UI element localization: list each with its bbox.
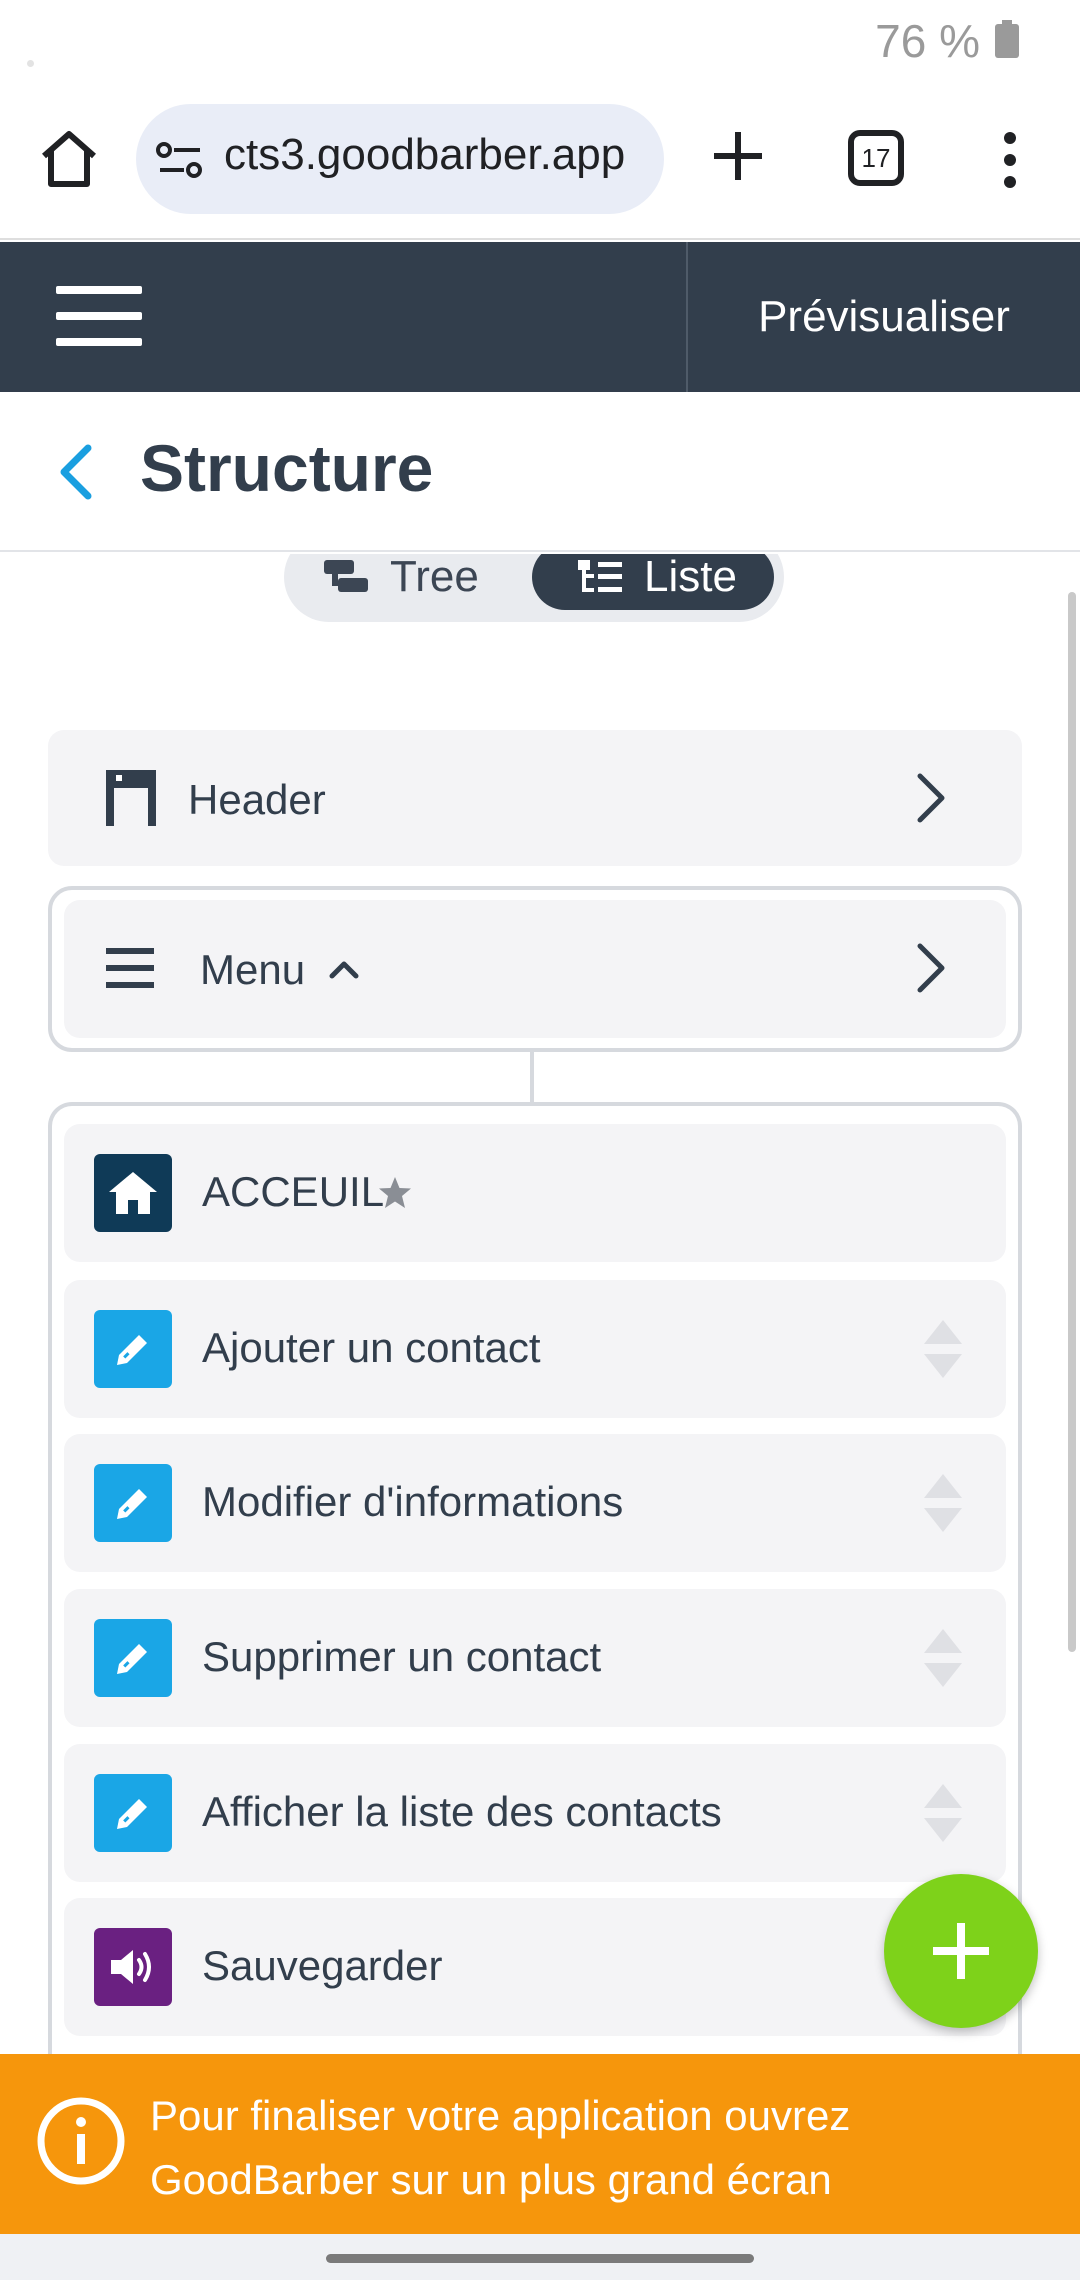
tree-tab-label: Tree <box>390 554 479 601</box>
pencil-icon <box>117 1489 147 1519</box>
page-icon-box <box>94 1464 172 1542</box>
drag-handle-icon[interactable] <box>922 1782 964 1844</box>
list-tab-label: Liste <box>644 554 737 601</box>
info-icon <box>37 2097 125 2185</box>
page-title: Structure <box>140 431 434 505</box>
header-item-label: Header <box>188 776 326 823</box>
structure-content: Tree Liste Header Menu ACCEUIL Ajouter u… <box>0 554 1080 2054</box>
list-icon <box>578 560 622 592</box>
drag-handle-icon[interactable] <box>922 1472 964 1534</box>
page-label: Modifier d'informations <box>202 1478 624 1525</box>
menu-lines-icon <box>106 948 154 988</box>
address-bar[interactable]: cts3.goodbarber.app <box>136 104 664 214</box>
home-icon <box>109 1172 157 1214</box>
page-item[interactable]: Afficher la liste des contacts <box>64 1744 1006 1882</box>
drag-handle-icon[interactable] <box>922 1627 964 1689</box>
page-icon-box <box>94 1310 172 1388</box>
pencil-icon <box>117 1644 147 1674</box>
tree-connector <box>530 1052 534 1102</box>
system-nav-bar <box>0 2234 1080 2280</box>
chevron-right-icon <box>917 943 945 993</box>
header-layout-icon <box>106 770 156 826</box>
page-label: ACCEUIL <box>202 1168 385 1215</box>
page-item-acceuil[interactable]: ACCEUIL <box>64 1124 1006 1262</box>
chevron-right-icon <box>917 773 945 823</box>
browser-toolbar: cts3.goodbarber.app 17 <box>0 80 1080 240</box>
add-page-button[interactable] <box>884 1874 1038 2028</box>
scrollbar[interactable] <box>1068 592 1076 1652</box>
page-icon-box <box>94 1928 172 2006</box>
pencil-icon <box>117 1799 147 1829</box>
page-item[interactable]: Sauvegarder <box>64 1898 1006 2036</box>
page-title-bar: Structure <box>0 392 1080 552</box>
page-icon-box <box>94 1619 172 1697</box>
more-options-icon[interactable] <box>998 130 1022 190</box>
status-bar: 76 % <box>0 0 1080 80</box>
battery-percent: 76 % <box>875 15 980 67</box>
plus-icon[interactable] <box>710 128 766 184</box>
info-banner: Pour finaliser votre application ouvrez … <box>0 2054 1080 2234</box>
menu-item-label: Menu <box>200 946 306 993</box>
page-label: Ajouter un contact <box>202 1324 541 1371</box>
hamburger-menu-icon[interactable] <box>56 286 142 346</box>
site-settings-icon[interactable] <box>156 140 204 180</box>
home-icon[interactable] <box>38 128 100 190</box>
star-icon <box>379 1177 411 1208</box>
page-label: Sauvegarder <box>202 1942 443 1989</box>
menu-item[interactable]: Menu <box>64 900 1006 1038</box>
tree-icon <box>324 560 368 592</box>
list-view-tab[interactable]: Liste <box>532 554 774 610</box>
pencil-icon <box>117 1335 147 1365</box>
preview-button[interactable]: Prévisualiser <box>688 242 1080 392</box>
page-label: Supprimer un contact <box>202 1633 602 1680</box>
chevron-up-icon[interactable] <box>328 960 360 980</box>
speaker-icon <box>111 1950 151 1984</box>
page-item[interactable]: Modifier d'informations <box>64 1434 1006 1572</box>
battery-icon <box>995 20 1019 58</box>
page-item[interactable]: Ajouter un contact <box>64 1280 1006 1418</box>
camera-dot <box>27 60 34 67</box>
page-icon-box <box>94 1154 172 1232</box>
banner-message: Pour finaliser votre application ouvrez … <box>150 2092 851 2203</box>
back-chevron-icon[interactable] <box>56 442 96 502</box>
app-header: Prévisualiser <box>0 242 1080 392</box>
page-item[interactable]: Supprimer un contact <box>64 1589 1006 1727</box>
tree-view-tab[interactable]: Tree <box>324 554 494 608</box>
plus-icon <box>933 1923 989 1979</box>
drag-handle-icon[interactable] <box>922 1318 964 1380</box>
url-text: cts3.goodbarber.app <box>224 130 626 179</box>
page-icon-box <box>94 1774 172 1852</box>
tab-switcher-button[interactable]: 17 <box>848 130 904 186</box>
page-label: Afficher la liste des contacts <box>202 1788 722 1835</box>
view-toggle: Tree Liste <box>284 554 784 622</box>
gesture-handle[interactable] <box>326 2254 754 2263</box>
header-item[interactable]: Header <box>48 730 1022 866</box>
